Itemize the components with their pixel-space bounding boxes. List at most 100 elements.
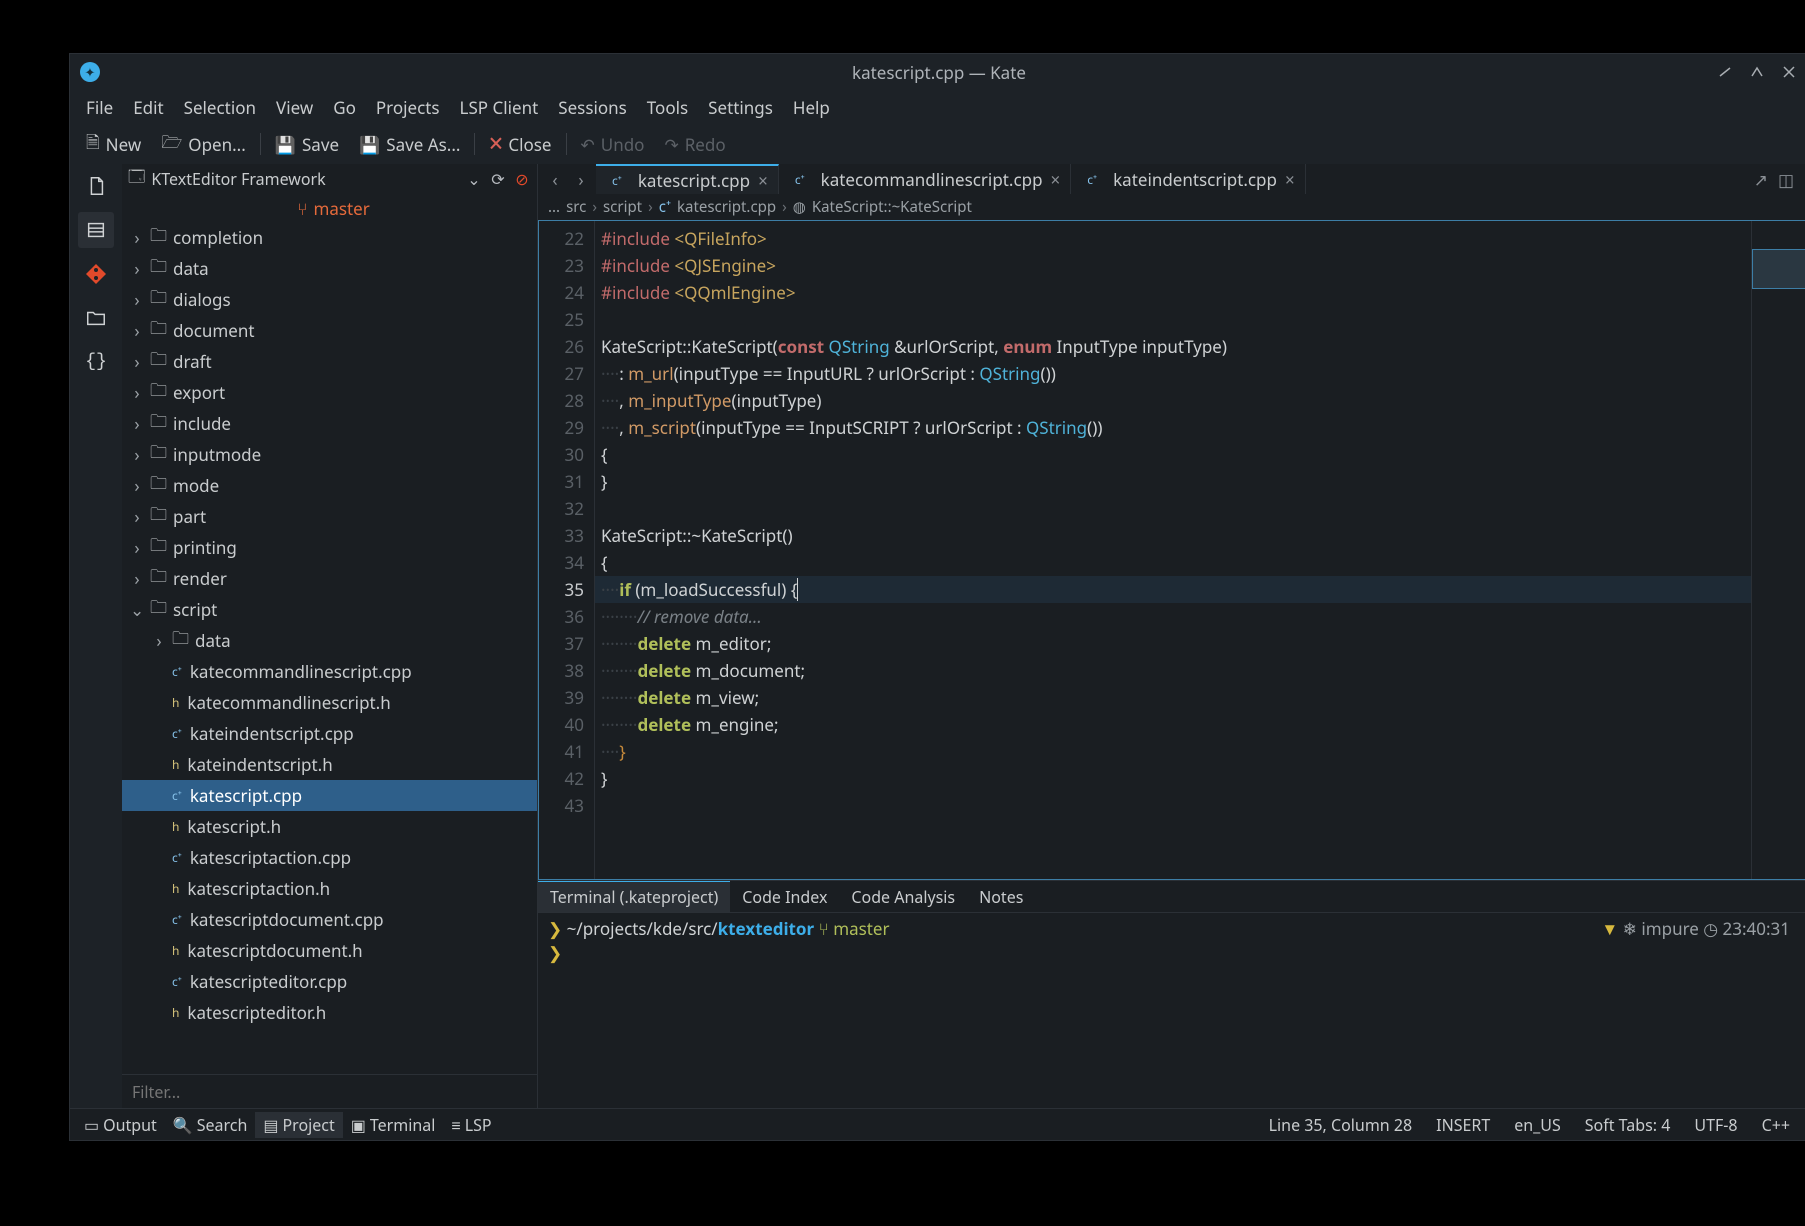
tree-file[interactable]: c⁺katescriptaction.cpp <box>122 842 537 873</box>
tree-folder[interactable]: ›🗀document <box>122 315 537 346</box>
nav-fwd-button[interactable]: › <box>570 168 592 190</box>
new-button[interactable]: 🗎New <box>76 126 151 163</box>
tree-file[interactable]: hkateindentscript.h <box>122 749 537 780</box>
open-button[interactable]: 🗁Open... <box>151 126 256 163</box>
menu-edit[interactable]: Edit <box>123 92 173 123</box>
menu-sessions[interactable]: Sessions <box>548 92 637 123</box>
documents-tool-button[interactable] <box>78 168 114 204</box>
code-line[interactable]: ····, m_inputType(inputType) <box>595 387 1751 414</box>
menu-tools[interactable]: Tools <box>637 92 698 123</box>
tab-close-icon[interactable]: × <box>1051 168 1061 191</box>
code-editor[interactable]: 2223242526272829303132333435363738394041… <box>538 220 1805 880</box>
notes-tab[interactable]: Notes <box>967 881 1035 912</box>
filter-input[interactable] <box>122 1075 537 1108</box>
filesystem-tool-button[interactable] <box>78 300 114 336</box>
chevron-down-icon[interactable]: ⌄ <box>465 170 483 188</box>
code-line[interactable]: ········delete m_view; <box>595 684 1751 711</box>
menu-help[interactable]: Help <box>783 92 840 123</box>
close-project-icon[interactable]: ⊘ <box>513 170 531 188</box>
close-doc-button[interactable]: 🗙Close <box>479 126 561 163</box>
tree-folder[interactable]: ›🗀data <box>122 253 537 284</box>
tree-file[interactable]: hkatescript.h <box>122 811 537 842</box>
menu-view[interactable]: View <box>266 92 323 123</box>
cursor-position[interactable]: Line 35, Column 28 <box>1257 1112 1424 1138</box>
code-line[interactable]: } <box>595 765 1751 792</box>
code-line[interactable]: ····} <box>595 738 1751 765</box>
tree-file[interactable]: hkatescriptdocument.h <box>122 935 537 966</box>
save-button[interactable]: 💾Save <box>265 129 349 160</box>
tree-file[interactable]: c⁺katescripteditor.cpp <box>122 966 537 997</box>
document-tab[interactable]: c⁺katescript.cpp× <box>596 164 779 194</box>
terminal-tab[interactable]: Terminal (.kateproject) <box>538 881 730 912</box>
maximize-button[interactable] <box>1748 63 1766 81</box>
close-button[interactable] <box>1780 63 1798 81</box>
code-line[interactable]: #include <QJSEngine> <box>595 252 1751 279</box>
reload-icon[interactable]: ⟳ <box>489 170 507 188</box>
detach-icon[interactable]: ↗ <box>1754 168 1768 191</box>
undo-button[interactable]: ↶Undo <box>571 129 655 160</box>
code-line[interactable] <box>595 306 1751 333</box>
menu-file[interactable]: File <box>76 92 123 123</box>
code-line[interactable]: ········delete m_document; <box>595 657 1751 684</box>
tree-folder[interactable]: ›🗀part <box>122 501 537 532</box>
menu-selection[interactable]: Selection <box>174 92 266 123</box>
code-line[interactable]: ····if (m_loadSuccessful) { <box>595 576 1751 603</box>
branch-row[interactable]: ⑂master <box>122 194 537 222</box>
encoding[interactable]: UTF-8 <box>1682 1112 1749 1138</box>
tree-folder-script[interactable]: ⌄🗀script <box>122 594 537 625</box>
saveas-button[interactable]: 💾Save As... <box>349 129 470 160</box>
tree-file[interactable]: c⁺katescriptdocument.cpp <box>122 904 537 935</box>
code-line[interactable]: #include <QQmlEngine> <box>595 279 1751 306</box>
tree-folder[interactable]: ›🗀data <box>122 625 537 656</box>
language-mode[interactable]: C++ <box>1750 1112 1802 1138</box>
code-line[interactable]: } <box>595 468 1751 495</box>
code-line[interactable]: ········delete m_engine; <box>595 711 1751 738</box>
code-line[interactable]: { <box>595 549 1751 576</box>
redo-button[interactable]: ↷Redo <box>654 129 735 160</box>
code-line[interactable]: #include <QFileInfo> <box>595 225 1751 252</box>
output-tool-button[interactable]: ▭Output <box>76 1112 165 1138</box>
minimap-viewport[interactable] <box>1752 249 1805 289</box>
codeindex-tab[interactable]: Code Index <box>730 881 839 912</box>
code-line[interactable]: KateScript::~KateScript() <box>595 522 1751 549</box>
tree-folder[interactable]: ›🗀draft <box>122 346 537 377</box>
tree-folder[interactable]: ›🗀printing <box>122 532 537 563</box>
locale[interactable]: en_US <box>1502 1112 1573 1138</box>
code-line[interactable] <box>595 495 1751 522</box>
code-line[interactable]: ····: m_url(inputType == InputURL ? urlO… <box>595 360 1751 387</box>
code-line[interactable]: ········delete m_editor; <box>595 630 1751 657</box>
tab-mode[interactable]: Soft Tabs: 4 <box>1573 1112 1683 1138</box>
git-tool-button[interactable] <box>78 256 114 292</box>
minimap[interactable] <box>1751 221 1805 879</box>
tree-folder[interactable]: ›🗀render <box>122 563 537 594</box>
code-line[interactable]: ········// remove data... <box>595 603 1751 630</box>
code-line[interactable]: ····, m_script(inputType == InputSCRIPT … <box>595 414 1751 441</box>
tree-folder[interactable]: ›🗀include <box>122 408 537 439</box>
menu-go[interactable]: Go <box>323 92 366 123</box>
menu-lsp[interactable]: LSP Client <box>450 92 549 123</box>
menu-projects[interactable]: Projects <box>366 92 450 123</box>
document-tab[interactable]: c⁺katecommandlinescript.cpp× <box>779 164 1071 194</box>
tree-file[interactable]: c⁺kateindentscript.cpp <box>122 718 537 749</box>
search-tool-button[interactable]: 🔍Search <box>165 1112 256 1138</box>
edit-mode[interactable]: INSERT <box>1424 1112 1502 1138</box>
code-line[interactable]: { <box>595 441 1751 468</box>
tree-file[interactable]: hkatescriptaction.h <box>122 873 537 904</box>
tree-folder[interactable]: ›🗀mode <box>122 470 537 501</box>
code-content[interactable]: #include <QFileInfo>#include <QJSEngine>… <box>595 221 1751 879</box>
split-icon[interactable]: ◫ <box>1778 168 1794 191</box>
breadcrumb[interactable]: ... src› script› c⁺ katescript.cpp› ◍ Ka… <box>538 194 1805 220</box>
tree-folder[interactable]: ›🗀completion <box>122 222 537 253</box>
code-line[interactable]: KateScript::KateScript(const QString &ur… <box>595 333 1751 360</box>
codeanalysis-tab[interactable]: Code Analysis <box>839 881 967 912</box>
nav-back-button[interactable]: ‹ <box>544 168 566 190</box>
lsp-tool-button[interactable]: ≡LSP <box>443 1112 499 1138</box>
tree-file[interactable]: c⁺katescript.cpp <box>122 780 537 811</box>
tree-folder[interactable]: ›🗀inputmode <box>122 439 537 470</box>
tab-close-icon[interactable]: × <box>758 169 768 192</box>
tree-folder[interactable]: ›🗀export <box>122 377 537 408</box>
minimize-button[interactable] <box>1716 63 1734 81</box>
tree-file[interactable]: hkatecommandlinescript.h <box>122 687 537 718</box>
code-line[interactable] <box>595 792 1751 819</box>
menu-settings[interactable]: Settings <box>698 92 783 123</box>
